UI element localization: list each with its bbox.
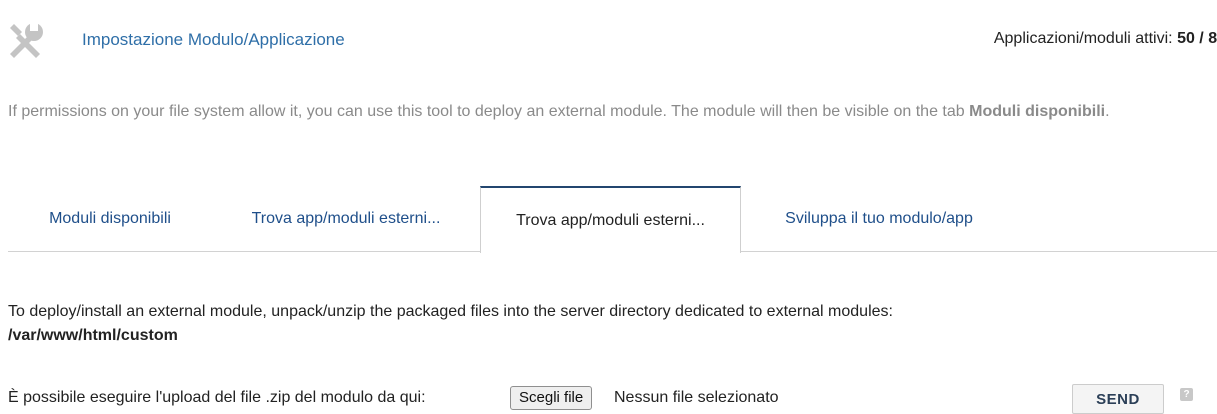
tab-sviluppa-modulo-app[interactable]: Sviluppa il tuo modulo/app xyxy=(741,186,1017,252)
page-header: Impostazione Modulo/Applicazione Applica… xyxy=(0,0,1217,80)
upload-row: È possibile eseguire l'upload del file .… xyxy=(8,384,1217,414)
upload-label: È possibile eseguire l'upload del file .… xyxy=(8,389,426,406)
tools-icon xyxy=(10,22,43,58)
active-count-separator: / xyxy=(1194,30,1209,47)
help-icon[interactable]: ? xyxy=(1180,388,1193,401)
active-count-value: 50 xyxy=(1177,30,1195,47)
active-count-label: Applicazioni/moduli attivi: xyxy=(993,30,1178,47)
page-title[interactable]: Impostazione Modulo/Applicazione xyxy=(82,30,345,50)
tab-bar: Moduli disponibili Trova app/moduli este… xyxy=(0,186,1217,253)
intro-sentence: If permissions on your file system allow… xyxy=(8,103,970,120)
tab-moduli-disponibili[interactable]: Moduli disponibili xyxy=(8,186,212,252)
tab-trova-app-moduli-esterni-1[interactable]: Trova app/moduli esterni... xyxy=(212,186,480,252)
file-status: Nessun file selezionato xyxy=(614,389,779,406)
active-modules-count: Applicazioni/moduli attivi: 50 / 83 xyxy=(994,30,1217,48)
send-button[interactable]: SEND xyxy=(1072,384,1164,414)
intro-end: . xyxy=(1105,103,1110,120)
intro-tab-name: Moduli disponibili xyxy=(969,103,1106,120)
tab-trova-app-moduli-esterni-2[interactable]: Trova app/moduli esterni... xyxy=(480,186,741,253)
intro-text: If permissions on your file system allow… xyxy=(8,98,1208,126)
choose-file-button[interactable]: Scegli file xyxy=(510,386,593,410)
deploy-text: To deploy/install an external module, un… xyxy=(8,303,893,320)
deploy-instructions: To deploy/install an external module, un… xyxy=(8,300,1208,348)
deploy-path: /var/www/html/custom xyxy=(8,327,178,344)
total-count-value: 83 xyxy=(1208,30,1217,47)
